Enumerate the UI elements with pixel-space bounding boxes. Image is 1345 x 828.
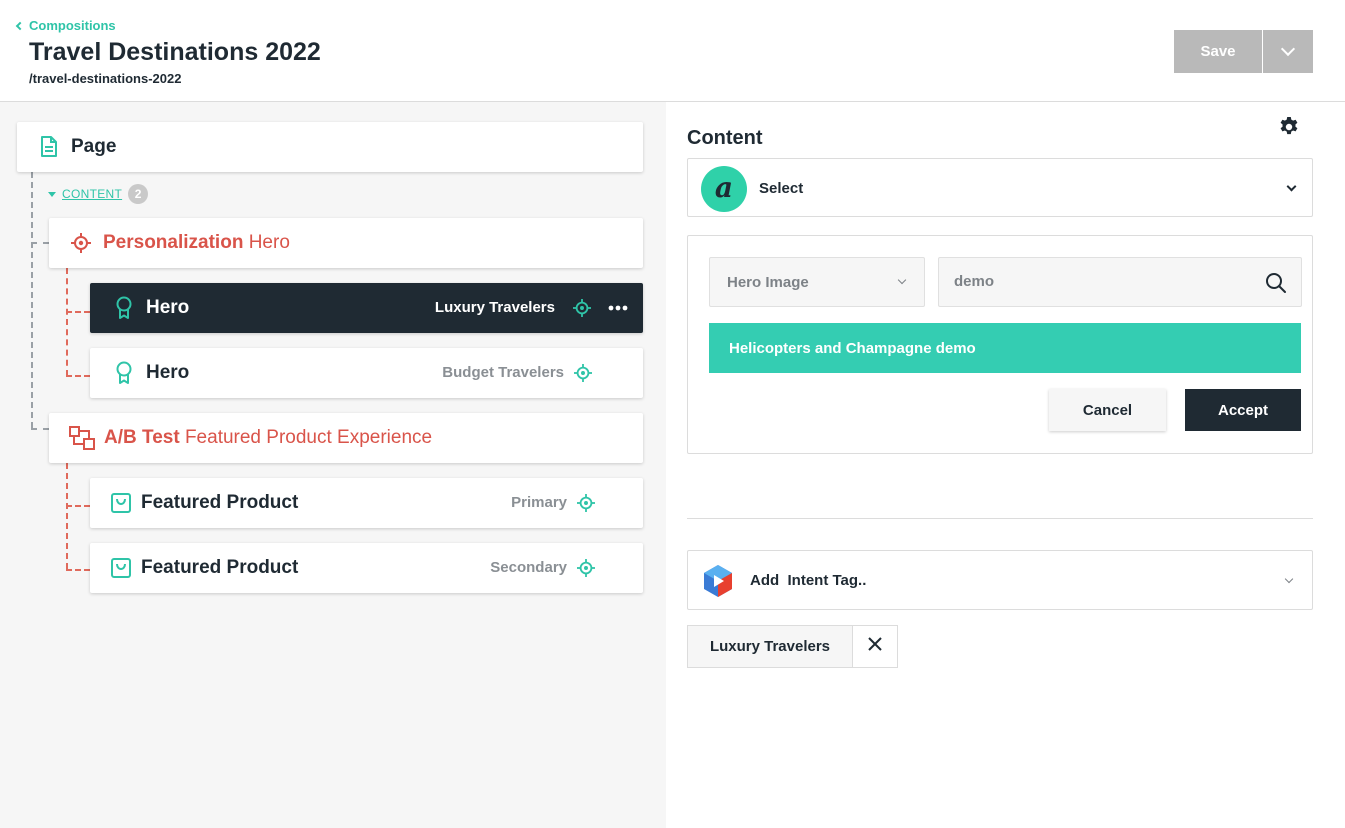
content-source-logo-icon: a [701,166,747,212]
content-count-badge: 2 [128,184,149,204]
content-source-label: Select [759,180,804,197]
gear-icon[interactable] [1277,115,1301,139]
intent-tag-select[interactable]: Add Intent Tag.. [687,550,1313,610]
ab-test-type-label: A/B Test [104,427,180,448]
cancel-button[interactable]: Cancel [1049,389,1166,431]
featured-product-secondary[interactable]: Featured Product Secondary [90,543,643,593]
hero-variant-budget[interactable]: Hero Budget Travelers [90,348,643,398]
hero-variant-label: Hero [146,362,190,383]
variant-tag: Primary [511,494,567,511]
save-button[interactable]: Save [1174,30,1262,73]
content-search-panel: Hero Image Helicopters and Champagne dem… [687,235,1313,454]
personalization-connector [66,375,90,377]
caret-down-icon [48,191,56,197]
ab-test-connector [66,569,90,571]
target-icon[interactable] [577,494,595,512]
variant-tag: Secondary [490,559,567,576]
search-icon[interactable] [1265,272,1287,299]
tree-connector [31,242,49,244]
section-divider [687,518,1313,519]
featured-product-primary[interactable]: Featured Product Primary [90,478,643,528]
page-slug: /travel-destinations-2022 [29,71,182,86]
shopping-bag-icon [111,558,131,578]
personalization-connector [66,311,90,313]
add-intent-tag-label: Add Intent Tag.. [750,572,867,589]
ab-test-node[interactable]: A/B Test Featured Product Experience [49,413,643,463]
save-button-group: Save [1174,30,1313,73]
shopping-bag-icon [111,493,131,513]
back-link-label: Compositions [29,18,116,33]
chevron-down-icon [1284,574,1294,584]
remove-tag-button[interactable] [853,626,897,667]
chevron-left-icon [15,21,25,31]
personalization-connector [66,268,68,376]
content-type-value: Hero Image [727,274,809,291]
target-icon [71,233,91,253]
intent-tag-chip: Luxury Travelers [687,625,898,668]
personalization-type-label: Personalization [103,232,244,253]
tree-connector [31,428,49,430]
composition-tree-panel [0,102,666,828]
ab-test-connector [66,505,90,507]
content-type-select[interactable]: Hero Image [709,257,925,307]
back-to-compositions-link[interactable]: Compositions [15,18,116,33]
document-icon [39,136,59,158]
accept-button[interactable]: Accept [1185,389,1301,431]
close-icon [868,637,882,656]
audience-tag: Luxury Travelers [434,299,555,316]
award-icon [114,296,134,320]
content-source-select[interactable]: a Select [687,158,1313,217]
audience-tag: Budget Travelers [442,364,564,381]
content-slot-toggle[interactable]: CONTENT 2 [48,184,149,204]
target-icon[interactable] [577,559,595,577]
page-node-label: Page [71,136,117,157]
hero-variant-luxury[interactable]: Hero Luxury Travelers [90,283,643,333]
tree-connector [31,172,33,428]
content-heading: Content [687,127,763,149]
ab-test-icon [69,426,95,450]
chevron-down-icon [1286,181,1297,192]
search-input[interactable] [954,273,1254,290]
personalization-node-title: Personalization Hero [103,232,290,254]
intent-tag-chip-label: Luxury Travelers [688,626,853,667]
search-field[interactable] [938,257,1302,307]
content-slot-label: CONTENT [62,187,123,201]
featured-product-label: Featured Product [141,557,299,578]
award-icon [114,361,134,385]
chevron-down-icon [897,275,907,285]
ab-test-node-title: A/B Test Featured Product Experience [104,427,432,449]
target-icon[interactable] [574,364,592,382]
ab-test-name: Featured Product Experience [184,427,433,448]
intent-tag-logo-icon [702,564,734,603]
featured-product-label: Featured Product [141,492,299,513]
target-icon[interactable] [573,299,591,317]
page-title: Travel Destinations 2022 [29,38,321,66]
header: Compositions Travel Destinations 2022 /t… [0,0,1345,102]
hero-variant-label: Hero [146,297,190,318]
personalization-node[interactable]: Personalization Hero [49,218,643,268]
personalization-name: Hero [248,232,290,253]
save-options-dropdown[interactable] [1262,30,1313,73]
chevron-down-icon [1280,41,1296,57]
ab-test-connector [66,463,68,569]
more-options-icon[interactable] [608,305,628,311]
page-node[interactable]: Page [17,122,643,172]
search-result-item[interactable]: Helicopters and Champagne demo [709,323,1301,373]
